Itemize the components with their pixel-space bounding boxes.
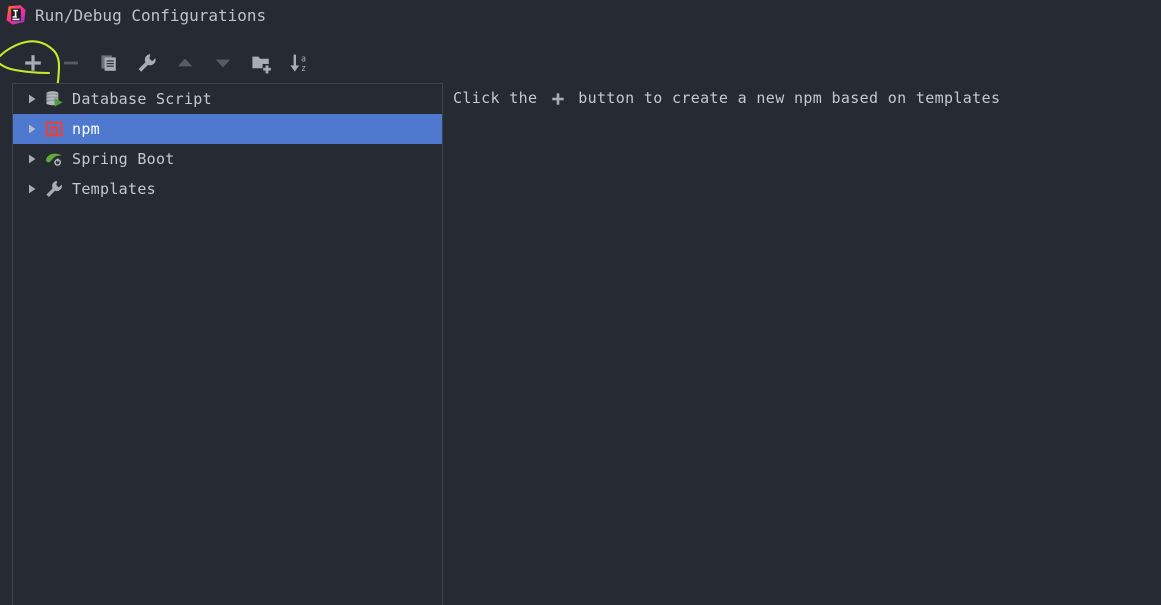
chevron-right-icon[interactable] bbox=[21, 114, 43, 144]
remove-configuration-button[interactable] bbox=[52, 44, 90, 82]
new-folder-button[interactable] bbox=[242, 44, 280, 82]
copy-icon bbox=[101, 55, 116, 71]
tree-item-npm[interactable]: npm bbox=[13, 114, 442, 144]
configurations-tree-panel: Database Script npm Spring Boot Template… bbox=[12, 83, 443, 605]
tree-item-label: Spring Boot bbox=[72, 150, 175, 168]
wrench-icon bbox=[138, 54, 156, 72]
copy-configuration-button[interactable] bbox=[90, 44, 128, 82]
svg-text:z: z bbox=[301, 63, 306, 73]
arrow-down-icon bbox=[215, 59, 231, 68]
add-configuration-button[interactable] bbox=[14, 44, 52, 82]
configurations-toolbar: a z bbox=[14, 44, 318, 82]
intellij-idea-logo-icon bbox=[5, 4, 27, 26]
database-script-icon bbox=[43, 88, 65, 110]
chevron-right-icon[interactable] bbox=[21, 174, 43, 204]
window-titlebar: Run/Debug Configurations bbox=[0, 0, 1161, 30]
arrow-up-icon bbox=[177, 58, 193, 67]
tree-item-label: npm bbox=[72, 120, 100, 138]
configuration-detail-panel: Click the button to create a new npm bas… bbox=[444, 83, 1161, 605]
edit-templates-button[interactable] bbox=[128, 44, 166, 82]
hint-text-before: Click the bbox=[453, 89, 547, 107]
chevron-right-icon[interactable] bbox=[21, 144, 43, 174]
chevron-right-icon[interactable] bbox=[21, 84, 43, 114]
svg-text:a: a bbox=[301, 53, 306, 63]
sort-configurations-button[interactable]: a z bbox=[280, 44, 318, 82]
plus-icon bbox=[25, 55, 41, 71]
plus-icon bbox=[550, 91, 566, 107]
minus-icon bbox=[64, 61, 78, 65]
wrench-icon bbox=[43, 178, 65, 200]
move-up-button[interactable] bbox=[166, 44, 204, 82]
sort-alphabetical-icon: a z bbox=[290, 53, 306, 73]
move-down-button[interactable] bbox=[204, 44, 242, 82]
tree-item-database-script[interactable]: Database Script bbox=[13, 84, 442, 114]
tree-item-label: Database Script bbox=[72, 90, 212, 108]
page-title: Run/Debug Configurations bbox=[35, 5, 267, 25]
spring-boot-icon bbox=[43, 148, 65, 170]
hint-text-after: button to create a new npm based on temp… bbox=[568, 89, 1001, 107]
tree-item-templates[interactable]: Templates bbox=[13, 174, 442, 204]
folder-add-icon bbox=[252, 56, 272, 74]
tree-item-label: Templates bbox=[72, 180, 156, 198]
npm-icon bbox=[43, 118, 65, 140]
empty-state-hint: Click the button to create a new npm bas… bbox=[453, 89, 1000, 107]
tree-item-spring-boot[interactable]: Spring Boot bbox=[13, 144, 442, 174]
